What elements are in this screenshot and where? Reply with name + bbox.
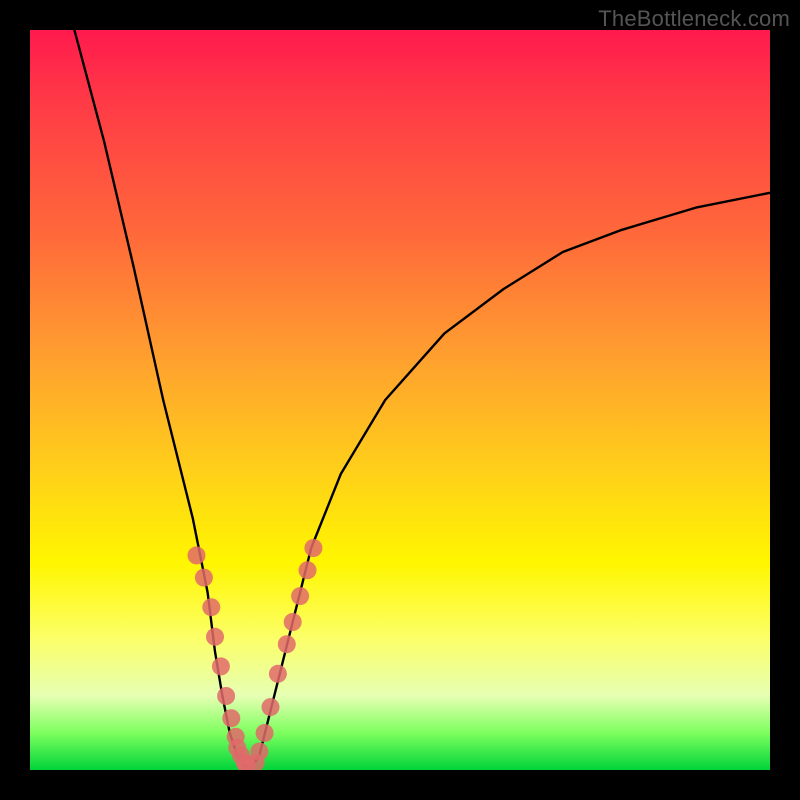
curve-svg [30, 30, 770, 770]
bottleneck-curve [74, 30, 770, 766]
marker-dots [188, 539, 323, 770]
plot-area [30, 30, 770, 770]
chart-frame: TheBottleneck.com [0, 0, 800, 800]
watermark-text: TheBottleneck.com [598, 6, 790, 32]
